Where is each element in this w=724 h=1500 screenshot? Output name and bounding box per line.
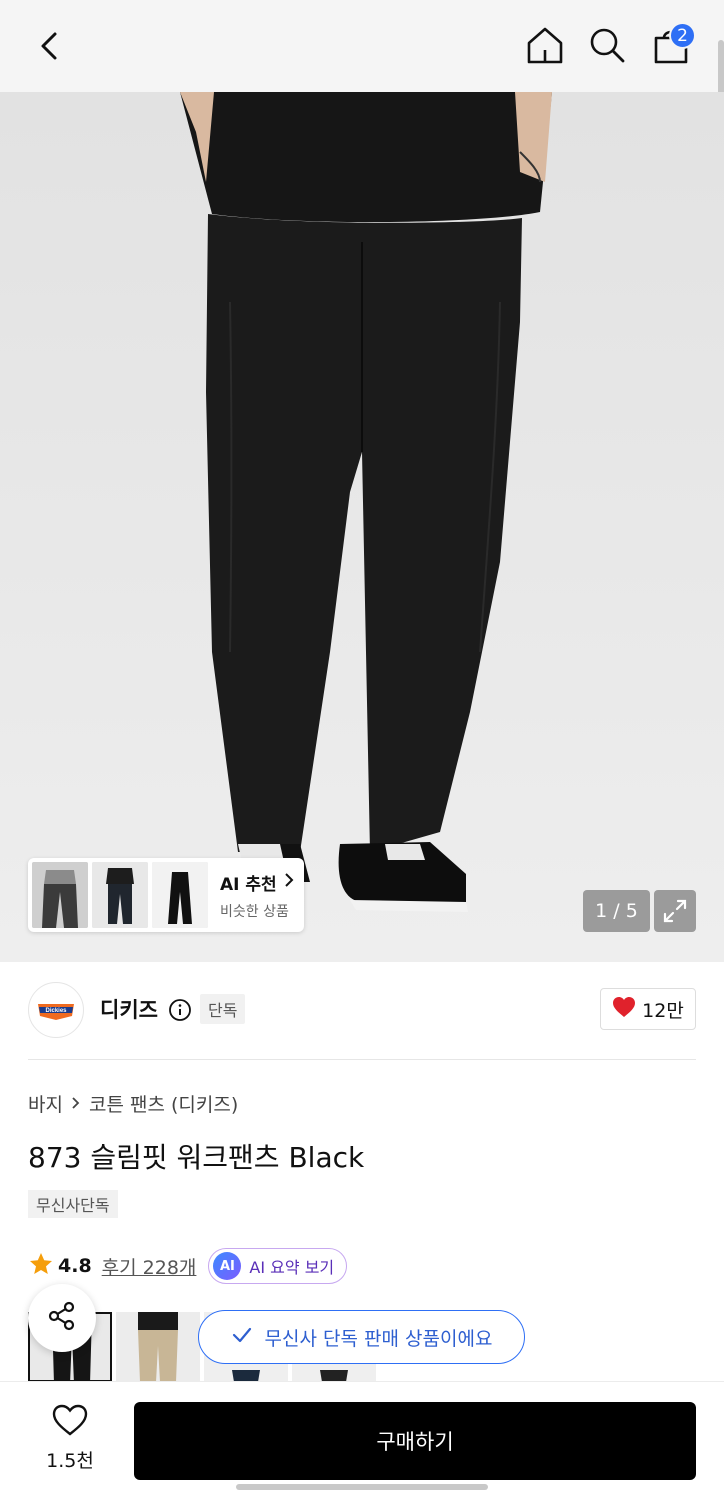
divider [28,1059,696,1060]
review-link[interactable]: 후기 228개 [102,1253,197,1280]
breadcrumb-item[interactable]: 바지 [28,1090,63,1117]
brand-name[interactable]: 디키즈 [100,994,158,1024]
home-icon[interactable] [522,22,568,68]
wishlist-button[interactable]: 1.5천 [28,1404,112,1474]
heart-icon [612,996,636,1023]
search-icon[interactable] [584,22,630,68]
ai-reco-thumb [92,862,148,928]
cart-count-badge: 2 [669,22,696,49]
brand-like-count: 12만 [642,999,684,1022]
buy-button[interactable]: 구매하기 [134,1402,696,1480]
ai-recommend-card[interactable]: AI 추천 비슷한 상품 [28,858,304,932]
brand-like-button[interactable]: 12만 [600,988,696,1030]
share-icon [45,1299,79,1337]
share-button[interactable] [28,1284,96,1352]
brand-logo-text: Dickies [45,1008,67,1014]
exclusive-tag: 무신사단독 [28,1190,118,1218]
rating-value: 4.8 [58,1255,92,1277]
chevron-right-icon [283,872,295,893]
expand-icon[interactable] [654,890,696,932]
ai-summary-button[interactable]: AI AI 요약 보기 [208,1248,348,1284]
brand-row: Dickies 디키즈 단독 12만 [28,982,696,1038]
ai-reco-title: AI 추천 [220,874,277,895]
breadcrumb-item[interactable]: 코튼 팬츠 (디키즈) [89,1090,238,1117]
product-title: 873 슬림핏 워크팬츠 Black [28,1141,365,1174]
ai-summary-label: AI 요약 보기 [249,1258,335,1277]
star-icon [28,1251,54,1281]
ai-reco-thumb [152,862,208,928]
ai-reco-subtitle: 비슷한 상품 [220,903,289,920]
product-photo [180,92,552,912]
wishlist-count: 1.5천 [46,1450,94,1472]
exclusive-chip: 단독 [200,994,246,1024]
exclusive-notice-text: 무신사 단독 판매 상품이에요 [264,1327,493,1350]
thumbnail[interactable] [116,1312,200,1382]
bottom-action-bar: 1.5천 구매하기 [0,1381,724,1500]
product-image-carousel[interactable]: AI 추천 비슷한 상품 1 / 5 [0,92,724,962]
chevron-right-icon [71,1093,81,1115]
image-counter: 1 / 5 [583,890,650,932]
info-icon[interactable] [168,998,192,1022]
home-indicator [236,1484,488,1490]
breadcrumb: 바지 코튼 팬츠 (디키즈) [28,1090,238,1117]
heart-outline-icon [52,1404,88,1440]
exclusive-notice-pill[interactable]: 무신사 단독 판매 상품이에요 [198,1310,525,1364]
brand-logo[interactable]: Dickies [28,982,84,1038]
rating-row: 4.8 후기 228개 AI AI 요약 보기 [28,1248,348,1284]
back-icon[interactable] [28,24,72,68]
ai-badge-icon: AI [213,1252,242,1280]
ai-reco-thumb [32,862,88,928]
check-icon [231,1326,253,1349]
top-header: 2 [0,0,724,92]
